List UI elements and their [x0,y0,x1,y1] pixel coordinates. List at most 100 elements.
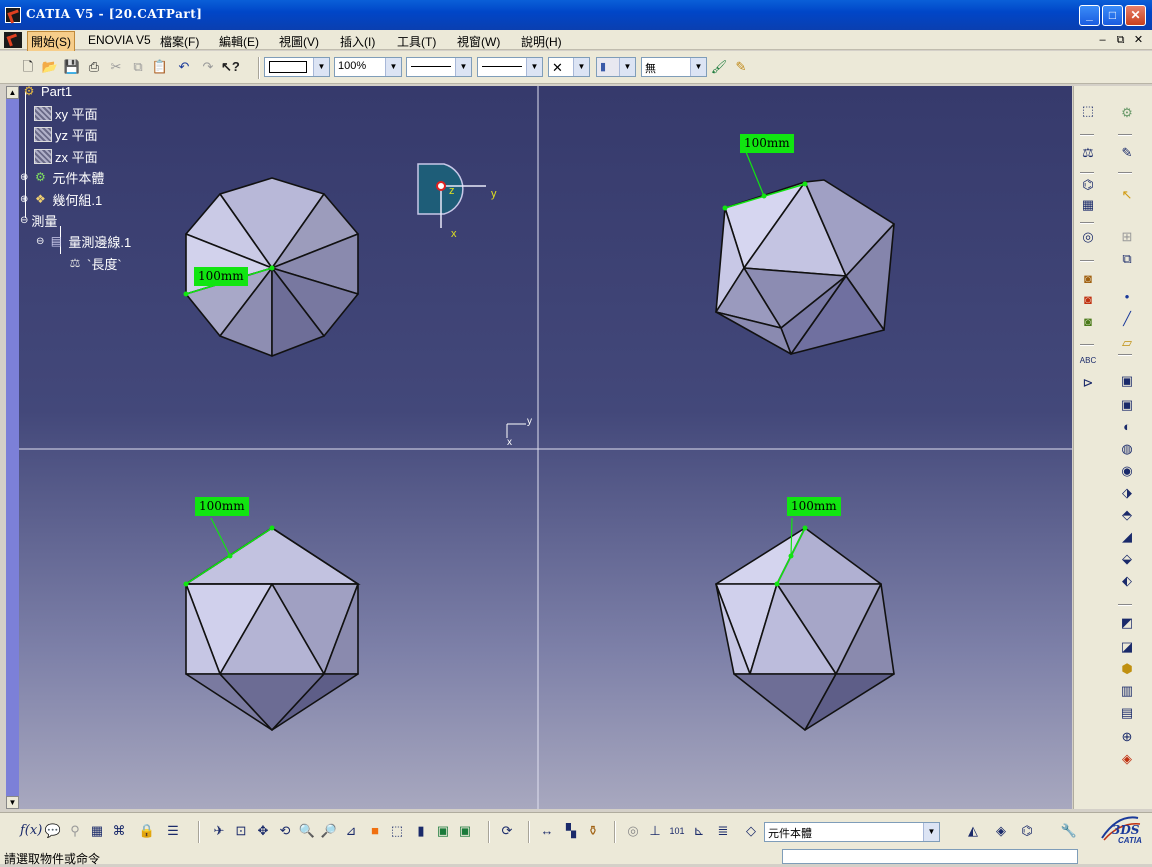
mdi-close-button[interactable]: ✕ [1131,33,1146,47]
expand-icon[interactable]: ⊕ [20,194,28,205]
paste-icon[interactable]: 📋 [151,58,169,76]
tree-item-xy-plane[interactable]: xy 平面 [34,104,98,123]
publication-icon[interactable]: ⧉ [1118,250,1136,268]
catia-app-icon[interactable] [5,7,21,23]
zoom-in-icon[interactable]: 🔍 [298,822,316,840]
collapse-icon[interactable]: ⊖ [36,236,44,247]
measure-label[interactable]: 100mm [740,134,794,153]
tree-item-measure-edge[interactable]: ⊖ ▤ 量測邊線.1 [36,232,131,251]
thickness-icon[interactable]: ▤ [1118,704,1136,722]
menu-edit[interactable]: 編輯(E) [219,33,259,50]
menu-start[interactable]: 開始(S) [27,31,75,52]
hide-show-icon[interactable]: ▣ [434,822,452,840]
maximize-button[interactable]: □ [1102,5,1123,26]
iso-view-icon[interactable]: ⬚ [388,822,406,840]
menu-view[interactable]: 視圖(V) [279,33,319,50]
slot-icon[interactable]: ⬘ [1118,506,1136,524]
chevron-down-icon[interactable]: ▼ [573,58,589,76]
grid-icon[interactable]: ▦ [1079,196,1097,214]
menu-enovia[interactable]: ENOVIA V5 [88,33,151,47]
whats-this-icon[interactable]: ↖? [221,58,240,76]
transparency-combo[interactable]: 100% ▼ [334,57,402,77]
layer-combo[interactable]: 無 ▼ [641,57,707,77]
analysis-icon[interactable]: ⌬ [1018,822,1036,840]
pocket-icon[interactable]: ▣ [1118,396,1136,414]
tree-root-part[interactable]: ⚙ Part1 [20,84,72,99]
graphic-properties-icon[interactable]: ✎ [732,58,750,76]
fillet-icon[interactable]: ◩ [1118,614,1136,632]
stack-icon[interactable]: ≣ [714,822,732,840]
close-button[interactable]: ✕ [1125,5,1146,26]
tree-item-geometrical-set[interactable]: ⊕ ❖ 幾何組.1 [20,190,102,209]
rib-icon[interactable]: ⬗ [1118,484,1136,502]
chevron-down-icon[interactable]: ▼ [455,58,471,76]
sketch-based-icon[interactable]: ⬚ [1079,102,1097,120]
analysis-icon[interactable]: ⌬ [1079,176,1097,194]
graph-icon[interactable]: ⊾ [690,822,708,840]
scroll-down-icon[interactable]: ▼ [6,796,19,809]
comment-icon[interactable]: 💬 [44,822,62,840]
chamfer-icon[interactable]: ◪ [1118,638,1136,656]
format-painter-icon[interactable]: 🖌 [710,58,728,76]
shading-icon[interactable]: ▮ [412,822,430,840]
menu-file[interactable]: 檔案(F) [160,33,199,50]
remove-face-icon[interactable]: ◈ [1118,750,1136,768]
sketch-icon[interactable]: ✎ [1118,144,1136,162]
fit-all-icon[interactable]: ⊡ [232,822,250,840]
chevron-down-icon[interactable]: ▼ [923,823,939,841]
rendering-style-combo[interactable]: ▮ ▼ [596,57,636,77]
rotate-icon[interactable]: ⟲ [276,822,294,840]
menu-tools[interactable]: 工具(T) [397,33,436,50]
stiffener-icon[interactable]: ◢ [1118,528,1136,546]
shaft-icon[interactable]: ◐ [1118,418,1136,436]
copy-icon[interactable]: ⧉ [129,58,147,76]
line-thickness-combo[interactable]: ▼ [406,57,472,77]
menu-window[interactable]: 視窗(W) [457,33,500,50]
draft-icon[interactable]: ⬢ [1118,660,1136,678]
fly-mode-icon[interactable]: ✈ [210,822,228,840]
surface-icon[interactable]: ◈ [992,822,1010,840]
swap-visible-space-icon[interactable]: ▣ [456,822,474,840]
thread-icon[interactable]: ⊕ [1118,728,1136,746]
zoom-out-icon[interactable]: 🔎 [320,822,338,840]
list-icon[interactable]: ☰ [164,822,182,840]
fit-all-icon[interactable]: ◎ [1079,228,1097,246]
formula-icon[interactable]: f(x) [20,822,42,840]
select-arrow-icon[interactable]: ↖ [1118,186,1136,204]
pad-icon[interactable]: ▣ [1118,372,1136,390]
save-icon[interactable]: 💾 [63,58,81,76]
icosahedron-side-view[interactable] [715,527,895,731]
document-icon[interactable] [4,32,22,48]
measure-label[interactable]: 100mm [787,497,841,516]
menu-help[interactable]: 說明(H) [521,33,562,50]
hierarchy-icon[interactable]: ⌘ [110,822,128,840]
knowledge-icon[interactable]: ⚲ [66,822,84,840]
normal-view-icon[interactable]: ⊿ [342,822,360,840]
reference-icon[interactable]: ◎ [624,822,642,840]
icosahedron-front-view[interactable] [185,527,359,731]
measure-item-icon[interactable]: ▚ [562,822,580,840]
tree-item-part-body[interactable]: ⊕ ⚙ 元件本體 [20,168,104,187]
command-input[interactable] [782,849,1078,864]
point-icon[interactable]: • [1118,288,1136,306]
minimize-button[interactable]: _ [1079,5,1100,26]
table-icon[interactable]: ▦ [88,822,106,840]
wrench-icon[interactable]: 🔧 [1060,822,1078,840]
mdi-restore-button[interactable]: ⧉ [1113,33,1128,47]
material-icon[interactable]: ◙ [1079,291,1097,309]
shell-icon[interactable]: ▥ [1118,682,1136,700]
cut-icon[interactable]: ✂ [107,58,125,76]
new-icon[interactable]: 🗋 [19,58,37,76]
redo-icon[interactable]: ↷ [199,58,217,76]
tree-scrollbar[interactable]: ▲ ▼ [6,86,19,809]
tree-item-yz-plane[interactable]: yz 平面 [34,125,98,144]
sketch-plane-icon[interactable]: ◭ [964,822,982,840]
pan-icon[interactable]: ✥ [254,822,272,840]
chevron-down-icon[interactable]: ▼ [385,58,401,76]
tree-item-length[interactable]: ⚖ `長度` [66,254,122,273]
gear-icon[interactable]: ⚙ [1118,104,1136,122]
plane-icon[interactable]: ▱ [1118,334,1136,352]
text-annotation-icon[interactable]: ABC [1079,352,1097,370]
mdi-minimize-button[interactable]: – [1095,33,1110,47]
point-symbol-combo[interactable]: ✕ ▼ [548,57,590,77]
